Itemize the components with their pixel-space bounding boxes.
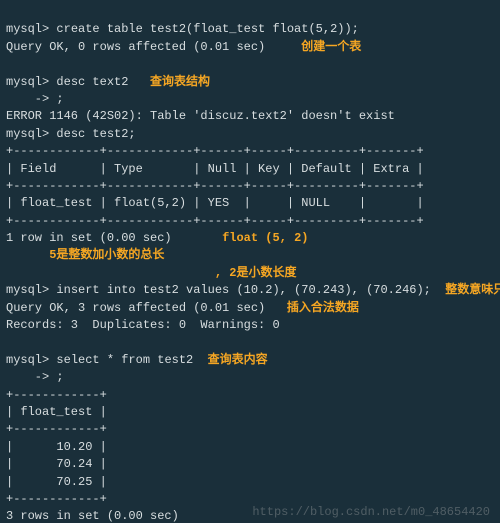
- annotation-desc: 查询表结构: [150, 75, 210, 89]
- annotation-create-table: 创建一个表: [301, 40, 361, 54]
- line-13: 5是整数加小数的总长: [6, 248, 164, 262]
- annotation-5len: 5是整数加小数的总长: [49, 248, 164, 262]
- line-4: -> ;: [6, 92, 64, 106]
- line-25: | 70.25 |: [6, 475, 107, 489]
- line-6: mysql> desc test2;: [6, 127, 136, 141]
- line-21: | float_test |: [6, 405, 107, 419]
- line-18: mysql> select * from test2 查询表内容: [6, 353, 268, 367]
- line-20: +------------+: [6, 388, 107, 402]
- annotation-2dec: , 2是小数长度: [215, 266, 297, 280]
- line-17: Records: 3 Duplicates: 0 Warnings: 0: [6, 318, 280, 332]
- line-3: mysql> desc text2 查询表结构: [6, 75, 210, 89]
- line-22: +------------+: [6, 422, 107, 436]
- terminal[interactable]: mysql> create table test2(float_test flo…: [0, 0, 500, 523]
- line-10: | float_test | float(5,2) | YES | | NULL…: [6, 196, 424, 210]
- blank-1: [6, 57, 13, 71]
- line-15: mysql> insert into test2 values (10.2), …: [6, 283, 500, 297]
- line-7: +------------+------------+------+-----+…: [6, 144, 424, 158]
- line-16: Query OK, 3 rows affected (0.01 sec) 插入合…: [6, 301, 359, 315]
- annotation-intlen: 整数意味只有3位长度: [445, 283, 500, 297]
- prompt-1: mysql>: [6, 22, 49, 36]
- line-1: mysql> create table test2(float_test flo…: [6, 22, 359, 36]
- cmd-1: create table test2(float_test float(5,2)…: [56, 22, 358, 36]
- line-9: +------------+------------+------+-----+…: [6, 179, 424, 193]
- line-19: -> ;: [6, 370, 64, 384]
- annotation-float: float (5, 2): [222, 231, 308, 245]
- line-26: +------------+: [6, 492, 107, 506]
- blank-2: [6, 335, 13, 349]
- watermark: https://blog.csdn.net/m0_48654420: [252, 504, 490, 521]
- annotation-insert-legal: 插入合法数据: [287, 301, 359, 315]
- line-5: ERROR 1146 (42S02): Table 'discuz.text2'…: [6, 109, 395, 123]
- line-8: | Field | Type | Null | Key | Default | …: [6, 162, 424, 176]
- line-23: | 10.20 |: [6, 440, 107, 454]
- line-12: 1 row in set (0.00 sec) float (5, 2): [6, 231, 308, 245]
- annotation-select: 查询表内容: [208, 353, 268, 367]
- line-2: Query OK, 0 rows affected (0.01 sec) 创建一…: [6, 40, 361, 54]
- line-24: | 70.24 |: [6, 457, 107, 471]
- line-14: , 2是小数长度: [6, 266, 296, 280]
- line-27: 3 rows in set (0.00 sec): [6, 509, 179, 523]
- line-11: +------------+------------+------+-----+…: [6, 214, 424, 228]
